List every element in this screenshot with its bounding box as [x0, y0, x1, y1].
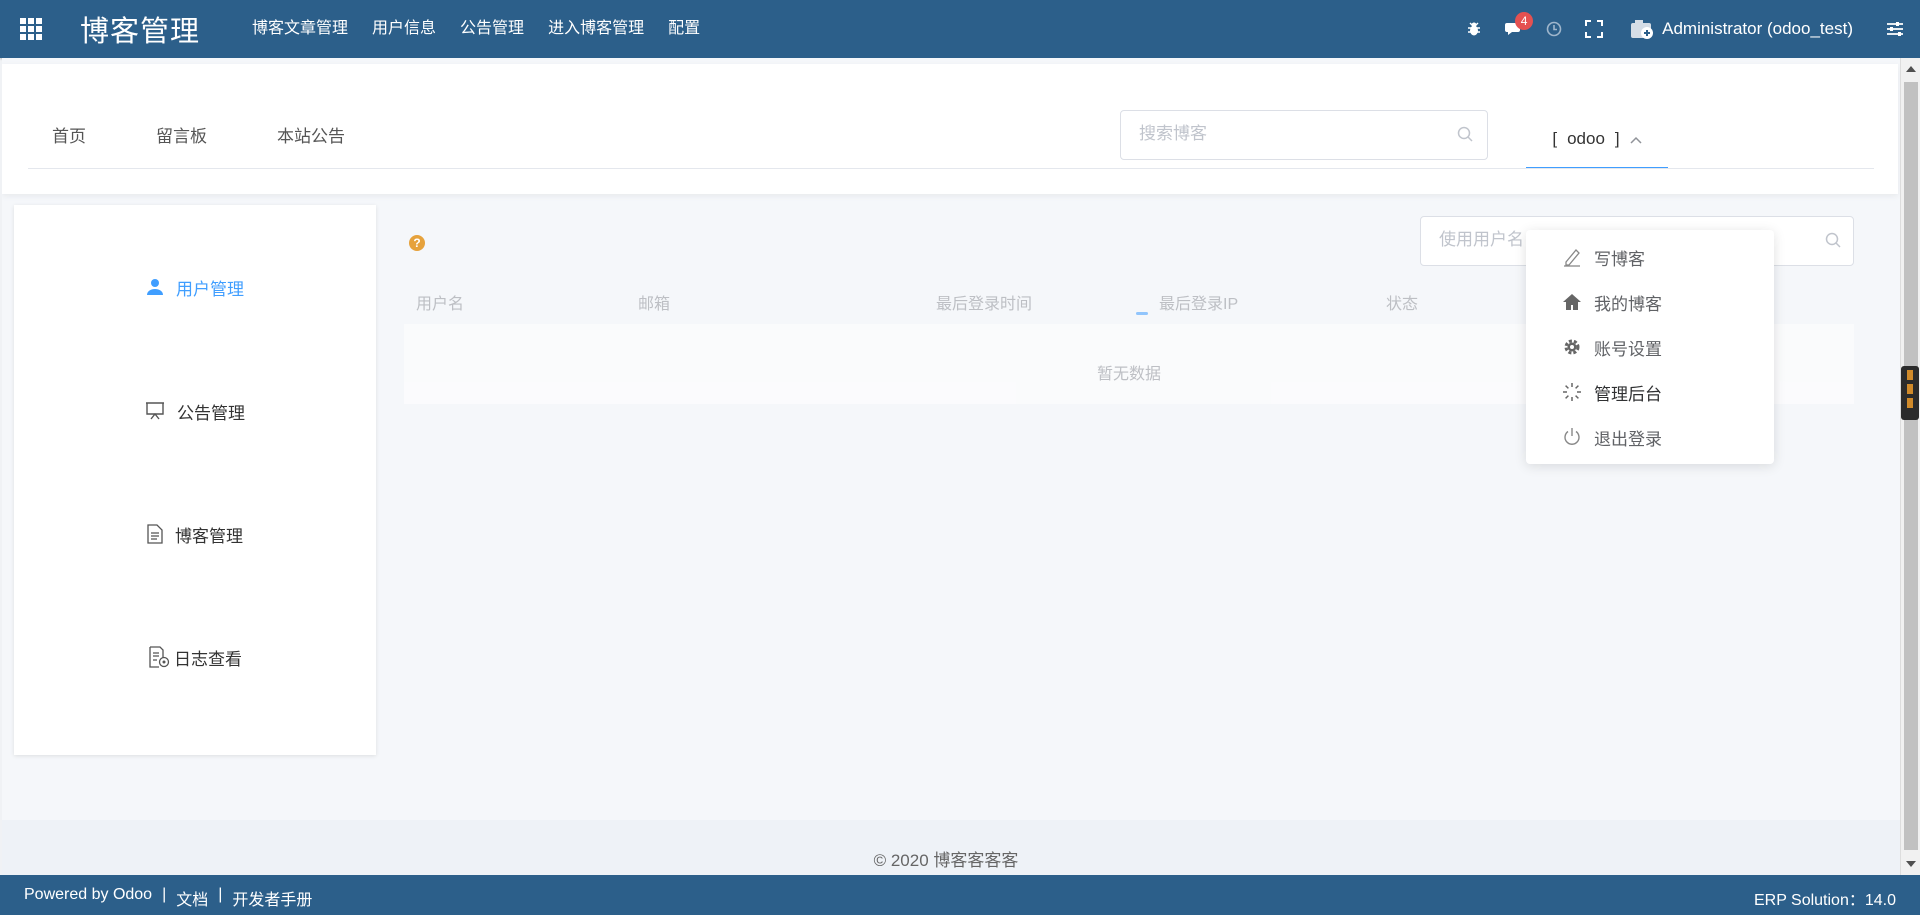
copyright-text: © 2020 博客客客客: [873, 851, 1019, 870]
header-divider: [28, 168, 1874, 169]
loading-spinner-icon: [1563, 383, 1581, 401]
sidebar-item-blog-management[interactable]: 博客管理: [14, 514, 376, 554]
column-status[interactable]: 状态: [1386, 290, 1418, 314]
sidebar-item-label: 博客管理: [175, 526, 243, 546]
log-document-icon: [149, 646, 170, 668]
user-name: Administrator (odoo_test): [1662, 19, 1853, 38]
chevron-up-icon: [1630, 129, 1642, 149]
dropdown-item-label: 账号设置: [1594, 339, 1662, 359]
menu-user-info[interactable]: 用户信息: [360, 0, 448, 58]
account-bracket-open: [: [1552, 129, 1558, 148]
column-last-login-time[interactable]: 最后登录时间: [936, 290, 1032, 314]
fullscreen-icon[interactable]: [1583, 18, 1605, 40]
bottom-links: Powered by Odoo | 文档 | 开发者手册: [24, 886, 312, 910]
account-bracket-close: ]: [1614, 129, 1620, 148]
blog-nav: 首页 留言板 本站公告: [52, 122, 415, 147]
pen-icon: [1564, 249, 1580, 267]
document-icon: [147, 524, 163, 544]
menu-config[interactable]: 配置: [656, 0, 712, 58]
sidebar-item-user-management[interactable]: 用户管理: [14, 267, 376, 307]
column-username[interactable]: 用户名: [416, 290, 464, 314]
clock-icon[interactable]: [1543, 18, 1565, 40]
sidebar-item-label: 日志查看: [174, 649, 242, 669]
nav-home[interactable]: 首页: [52, 122, 86, 147]
app-brand: 博客管理: [80, 16, 201, 48]
bottom-bar: Powered by Odoo | 文档 | 开发者手册 ERP Solutio…: [0, 875, 1920, 915]
nav-message-board[interactable]: 留言板: [156, 122, 207, 147]
menu-announcements[interactable]: 公告管理: [448, 0, 536, 58]
dropdown-item-label: 退出登录: [1594, 429, 1662, 449]
side-widget-handle[interactable]: [1901, 366, 1919, 420]
dropdown-item-label: 我的博客: [1594, 294, 1662, 314]
company-avatar-icon: [1631, 20, 1654, 39]
column-last-login-ip[interactable]: 最后登录IP: [1159, 290, 1238, 314]
chat-icon[interactable]: 4: [1503, 12, 1534, 40]
blog-search-box: [1120, 110, 1488, 160]
sidebar-item-log-view[interactable]: 日志查看: [14, 637, 376, 677]
page-footer: © 2020 博客客客客: [2, 820, 1900, 875]
presentation-board-icon: [146, 402, 164, 420]
account-dropdown-menu: 写博客 我的博客 账号设置 管理后台 退出登录: [1526, 230, 1774, 464]
column-email[interactable]: 邮箱: [638, 290, 670, 314]
settings-sliders-icon[interactable]: [1884, 18, 1906, 40]
blog-search-input[interactable]: [1121, 111, 1459, 157]
powered-by-link[interactable]: Powered by Odoo: [24, 886, 152, 910]
docs-link[interactable]: 文档: [176, 886, 208, 910]
systray: 4 Administrator (odoo_test): [1454, 0, 1920, 58]
search-icon[interactable]: [1457, 126, 1473, 147]
home-icon: [1563, 294, 1581, 310]
erp-version: ERP Solution：14.0: [1753, 892, 1896, 909]
scroll-down-arrow-icon[interactable]: [1906, 861, 1916, 867]
admin-sidebar: 用户管理 公告管理 博客管理 日志查看: [14, 205, 376, 755]
dropdown-item-label: 管理后台: [1594, 384, 1662, 404]
apps-grid-icon[interactable]: [20, 18, 42, 40]
account-dropdown-trigger[interactable]: [ odoo ]: [1526, 111, 1668, 169]
dropdown-item-label: 写博客: [1594, 249, 1645, 269]
loading-spinner: [1136, 312, 1148, 315]
separator: |: [162, 886, 167, 903]
dropdown-item-admin-backend[interactable]: 管理后台: [1562, 378, 1662, 406]
scroll-thumb[interactable]: [1904, 82, 1918, 850]
sidebar-item-announcements[interactable]: 公告管理: [14, 391, 376, 431]
user-menu[interactable]: Administrator (odoo_test): [1630, 18, 1853, 40]
gear-icon: [1564, 339, 1580, 355]
account-name: odoo: [1567, 129, 1605, 148]
power-icon: [1564, 428, 1580, 445]
scroll-up-arrow-icon[interactable]: [1906, 66, 1916, 72]
search-icon[interactable]: [1825, 232, 1841, 253]
bug-icon[interactable]: [1463, 18, 1485, 40]
developer-manual-link[interactable]: 开发者手册: [232, 886, 312, 910]
sidebar-item-label: 公告管理: [177, 403, 245, 423]
dropdown-item-account-settings[interactable]: 账号设置: [1562, 333, 1662, 361]
sidebar-item-label: 用户管理: [176, 279, 244, 299]
vertical-scrollbar[interactable]: [1900, 58, 1920, 875]
user-icon: [147, 279, 163, 295]
menu-enter-blog-admin[interactable]: 进入博客管理: [536, 0, 656, 58]
top-menu: 博客文章管理 用户信息 公告管理 进入博客管理 配置: [240, 0, 712, 58]
dropdown-item-write-blog[interactable]: 写博客: [1562, 243, 1645, 271]
content-frame: 首页 留言板 本站公告 [ odoo ] 用户管理 公告管理: [2, 58, 1900, 875]
dropdown-item-logout[interactable]: 退出登录: [1562, 423, 1662, 451]
blog-header: 首页 留言板 本站公告 [ odoo ]: [2, 64, 1898, 194]
message-count-badge: 4: [1515, 12, 1534, 30]
menu-blog-articles[interactable]: 博客文章管理: [240, 0, 360, 58]
separator: |: [218, 886, 223, 903]
help-icon[interactable]: ?: [409, 235, 425, 251]
dropdown-item-my-blog[interactable]: 我的博客: [1562, 288, 1662, 316]
nav-site-announcements[interactable]: 本站公告: [277, 122, 345, 147]
top-navbar: 博客管理 博客文章管理 用户信息 公告管理 进入博客管理 配置 4 Admini…: [0, 0, 1920, 58]
